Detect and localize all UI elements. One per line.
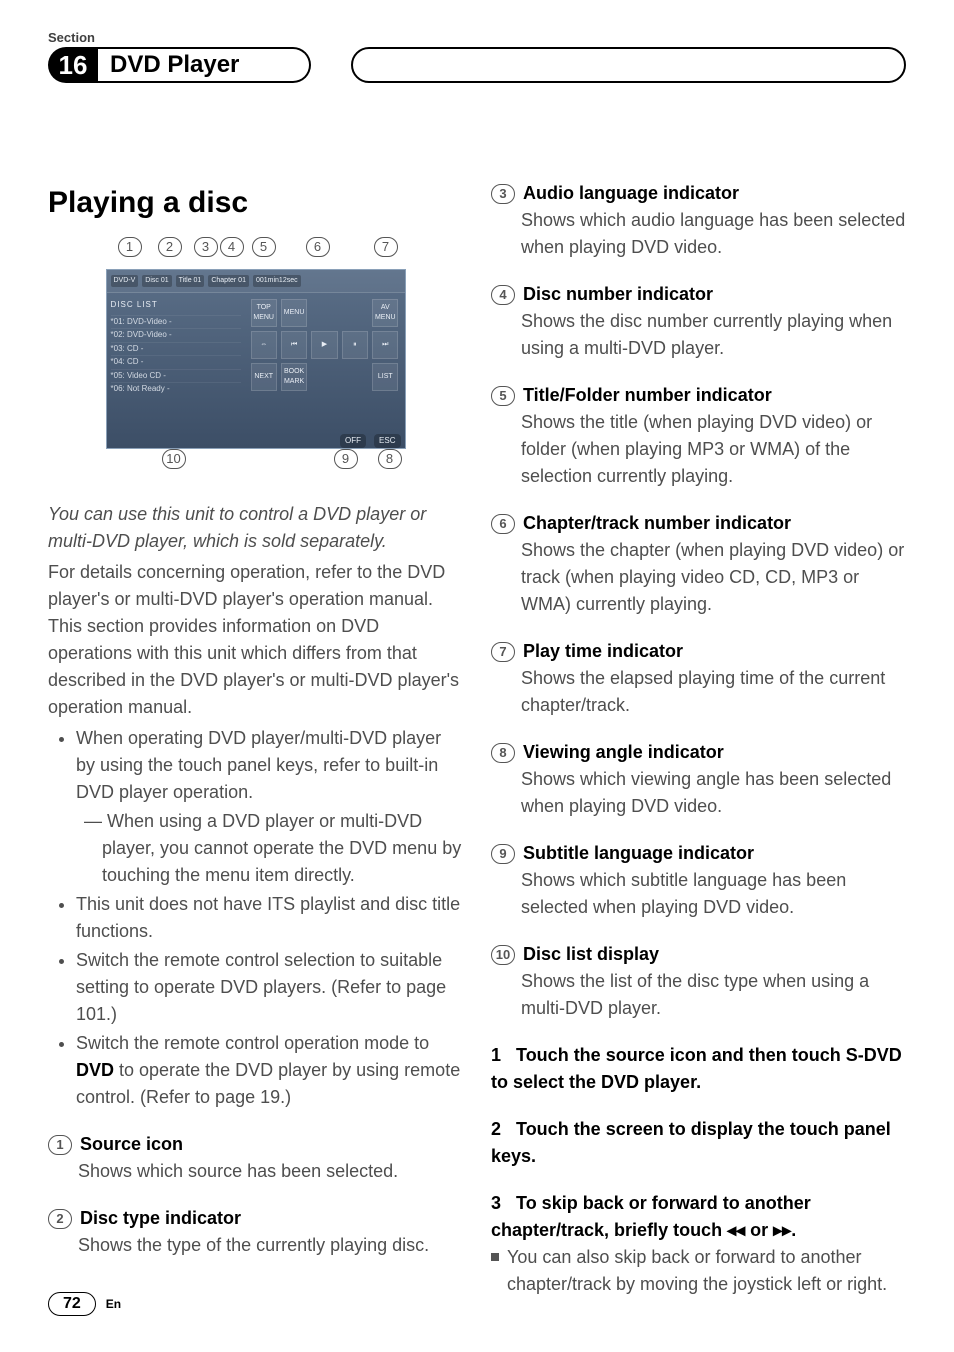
bullet-square-icon [491, 1253, 499, 1261]
btn-nextpage[interactable]: NEXT [251, 363, 277, 391]
def-title-subtitle-lang: Subtitle language indicator [523, 840, 754, 867]
list-item: *03: CD - [111, 342, 241, 355]
callout-2: 2 [158, 237, 182, 257]
callout-7: 7 [374, 237, 398, 257]
def-title-chapter-track: Chapter/track number indicator [523, 510, 791, 537]
bullet-item: Switch the remote control selection to s… [76, 947, 463, 1028]
def-num-5: 5 [491, 386, 515, 406]
btn-play[interactable]: ▶ [311, 331, 337, 359]
page-footer: 72 En [48, 1292, 121, 1316]
page-title: Playing a disc [48, 180, 463, 225]
callout-5: 5 [252, 237, 276, 257]
disc-list-title: DISC LIST [111, 299, 241, 311]
btn-top-menu[interactable]: TOP MENU [251, 299, 277, 327]
callouts-top: 1 2 3 4 5 6 7 [106, 237, 406, 265]
dvd-player-ui: DVD-V Disc 01 Title 01 Chapter 01 001min… [106, 269, 406, 449]
callouts-bottom: 10 9 8 [106, 449, 406, 477]
chip-chapter-no: Chapter 01 [208, 275, 249, 288]
def-title-disc-list: Disc list display [523, 941, 659, 968]
bullet-item: When operating DVD player/multi-DVD play… [76, 725, 463, 889]
bullet-text: When operating DVD player/multi-DVD play… [76, 728, 441, 802]
def-title-audio-lang: Audio language indicator [523, 180, 739, 207]
def-num-8: 8 [491, 743, 515, 763]
def-num-1: 1 [48, 1135, 72, 1155]
callout-6: 6 [306, 237, 330, 257]
btn-list[interactable]: LIST [372, 363, 398, 391]
def-body: Shows which audio language has been sele… [491, 207, 906, 261]
def-title-source-icon: Source icon [80, 1131, 183, 1158]
left-column: Playing a disc 1 2 3 4 5 6 7 DV [48, 180, 463, 1318]
disc-list: DISC LIST *01: DVD-Video - *02: DVD-Vide… [107, 293, 245, 431]
step-3: 3 To skip back or forward to another cha… [491, 1190, 906, 1244]
list-item: *06: Not Ready - [111, 382, 241, 395]
def-body: Shows the type of the currently playing … [48, 1232, 463, 1259]
callout-4: 4 [220, 237, 244, 257]
def-title-title-folder: Title/Folder number indicator [523, 382, 772, 409]
header-decoration-pill [351, 47, 906, 83]
step-1: 1 Touch the source icon and then touch S… [491, 1042, 906, 1096]
def-body: Shows the chapter (when playing DVD vide… [491, 537, 906, 618]
callout-8: 8 [378, 449, 402, 469]
subtitle-indicator: OFF [340, 434, 366, 448]
def-body: Shows the elapsed playing time of the cu… [491, 665, 906, 719]
callout-1: 1 [118, 237, 142, 257]
def-num-9: 9 [491, 844, 515, 864]
def-body: Shows the disc number currently playing … [491, 308, 906, 362]
btn-bookmark[interactable]: BOOK MARK [281, 363, 307, 391]
section-label: Section [48, 30, 906, 45]
right-column: 3 Audio language indicator Shows which a… [491, 180, 906, 1318]
bullet-item: Switch the remote control operation mode… [76, 1030, 463, 1111]
bullet-subitem: — When using a DVD player or multi-DVD p… [76, 808, 463, 889]
intro-body: For details concerning operation, refer … [48, 559, 463, 721]
btn-av-menu[interactable]: AV MENU [372, 299, 398, 327]
def-num-7: 7 [491, 642, 515, 662]
list-item: *02: DVD-Video - [111, 328, 241, 341]
btn-menu[interactable]: MENU [281, 299, 307, 327]
list-item: *05: Video CD - [111, 369, 241, 382]
def-body: Shows the list of the disc type when usi… [491, 968, 906, 1022]
def-num-10: 10 [491, 945, 515, 965]
def-num-4: 4 [491, 285, 515, 305]
btn-prev[interactable]: ⏮ [281, 331, 307, 359]
bullet-list: When operating DVD player/multi-DVD play… [48, 725, 463, 1111]
chip-title-no: Title 01 [176, 275, 205, 288]
callout-3: 3 [194, 237, 218, 257]
def-body: Shows which subtitle language has been s… [491, 867, 906, 921]
def-num-6: 6 [491, 514, 515, 534]
def-title-disc-type: Disc type indicator [80, 1205, 241, 1232]
section-number-badge: 16 [48, 47, 98, 83]
btn-pause[interactable]: ⏸ [342, 331, 368, 359]
def-title-disc-number: Disc number indicator [523, 281, 713, 308]
step-3-note: You can also skip back or forward to ano… [491, 1244, 906, 1298]
ui-screenshot-figure: 1 2 3 4 5 6 7 DVD-V Disc 01 Title 01 [106, 245, 406, 449]
list-item: *01: DVD-Video - [111, 315, 241, 328]
intro-italic: You can use this unit to control a DVD p… [48, 501, 463, 555]
def-title-play-time: Play time indicator [523, 638, 683, 665]
bullet-item: This unit does not have ITS playlist and… [76, 891, 463, 945]
def-title-viewing-angle: Viewing angle indicator [523, 739, 724, 766]
chip-playtime: 001min12sec [253, 275, 301, 288]
def-body: Shows the title (when playing DVD video)… [491, 409, 906, 490]
esc-button[interactable]: ESC [374, 434, 400, 448]
callout-10: 10 [162, 449, 186, 469]
page-number: 72 [48, 1292, 96, 1316]
def-body: Shows which source has been selected. [48, 1158, 463, 1185]
list-item: *04: CD - [111, 355, 241, 368]
chip-disc-type: DVD-V [111, 275, 139, 288]
step-3-note-text: You can also skip back or forward to ano… [507, 1244, 906, 1298]
page-header: Section 16 DVD Player [48, 30, 906, 90]
touchpanel-buttons: TOP MENU MENU AV MENU ⇔ ⏮ ▶ ⏸ ⏭ NEXT BOO… [245, 293, 405, 431]
def-num-2: 2 [48, 1209, 72, 1229]
callout-9: 9 [334, 449, 358, 469]
language-code: En [106, 1297, 121, 1311]
btn-move[interactable]: ⇔ [251, 331, 277, 359]
def-num-3: 3 [491, 184, 515, 204]
chapter-title: DVD Player [98, 47, 311, 83]
def-body: Shows which viewing angle has been selec… [491, 766, 906, 820]
step-2: 2 Touch the screen to display the touch … [491, 1116, 906, 1170]
chip-disc-no: Disc 01 [142, 275, 171, 288]
btn-next[interactable]: ⏭ [372, 331, 398, 359]
